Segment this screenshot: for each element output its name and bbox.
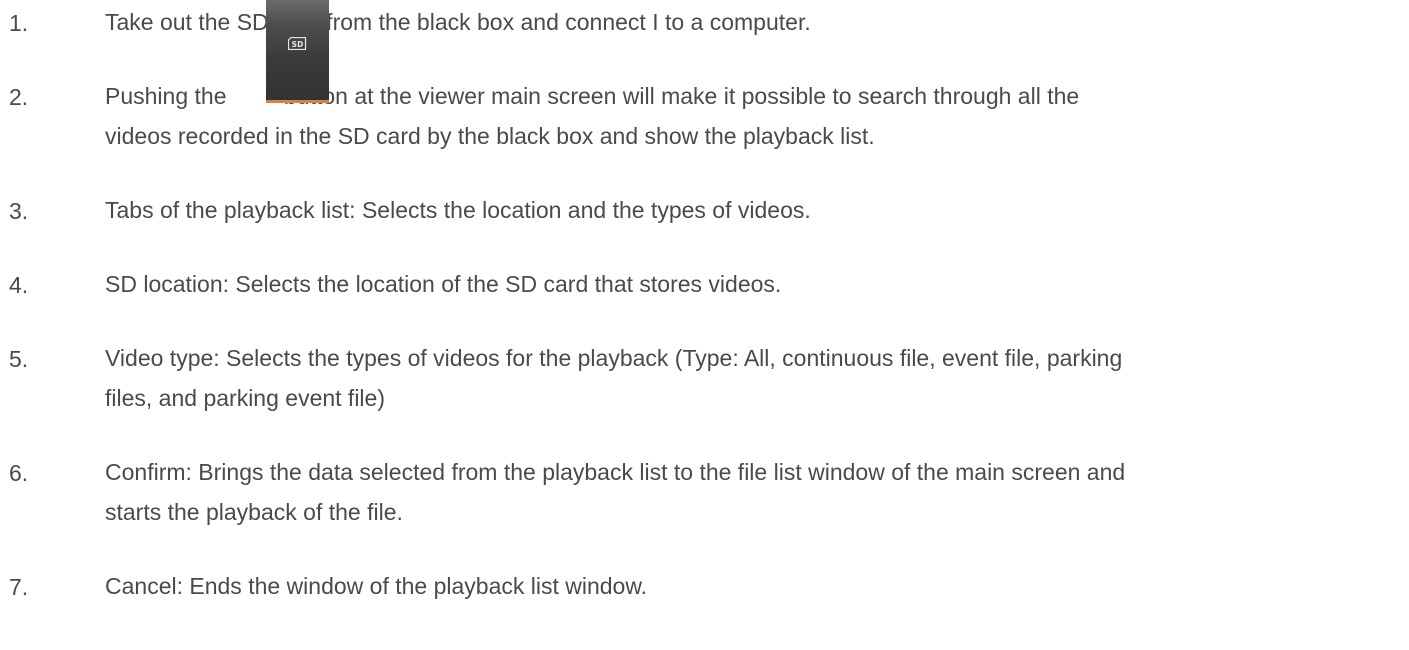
step-number: 5. — [9, 346, 29, 372]
step-text: Tabs of the playback list: Selects the l… — [105, 190, 1405, 230]
step-text-line: Confirm: Brings the data selected from t… — [105, 459, 1126, 485]
step-text: Cancel: Ends the window of the playback … — [105, 566, 1405, 606]
step-text: Confirm: Brings the data selected from t… — [105, 452, 1405, 532]
step-text-line: Tabs of the playback list: Selects the l… — [105, 197, 811, 223]
sd-card-icon: SD — [288, 37, 307, 50]
step-text: Video type: Selects the types of videos … — [105, 338, 1405, 418]
step-text: SD location: Selects the location of the… — [105, 264, 1405, 304]
step-text-line: videos recorded in the SD card by the bl… — [105, 123, 875, 149]
sd-icon-text: SD — [292, 40, 304, 49]
sd-card-button-image: SD — [266, 0, 329, 103]
step-text-line: Video type: Selects the types of videos … — [105, 345, 1123, 371]
step-number: 2. — [9, 84, 29, 110]
step-number: 1. — [9, 10, 29, 36]
step-number: 4. — [9, 272, 29, 298]
step-text-line: starts the playback of the file. — [105, 499, 403, 525]
step-number: 3. — [9, 198, 29, 224]
step-number: 7. — [9, 574, 29, 600]
step-text-line: Cancel: Ends the window of the playback … — [105, 573, 648, 599]
step-text-line: files, and parking event file) — [105, 385, 385, 411]
step-text-line: SD location: Selects the location of the… — [105, 271, 782, 297]
step-number: 6. — [9, 460, 29, 486]
